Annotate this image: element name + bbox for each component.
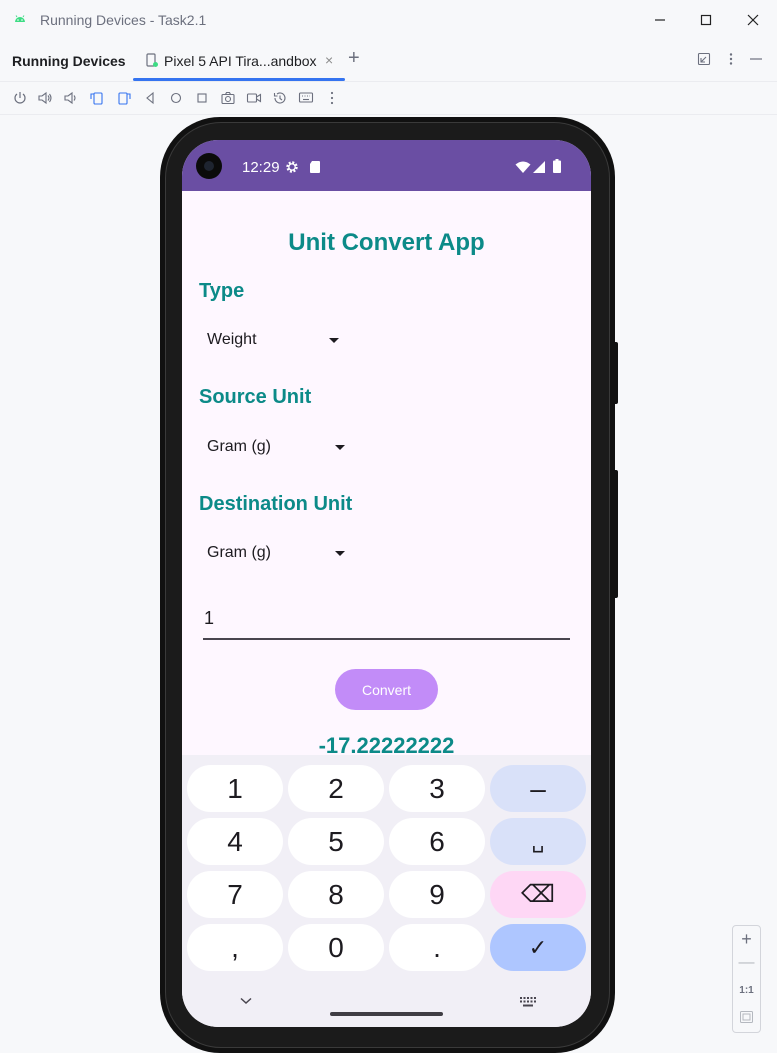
key-period[interactable]: . xyxy=(389,924,485,971)
destination-unit-value: Gram (g) xyxy=(207,544,271,561)
key-5[interactable]: 5 xyxy=(288,818,384,865)
key-0[interactable]: 0 xyxy=(288,924,384,971)
key-9[interactable]: 9 xyxy=(389,871,485,918)
status-clock: 12:29 xyxy=(242,159,280,176)
destination-unit-dropdown[interactable]: Gram (g) xyxy=(207,538,355,568)
add-tab-icon[interactable]: + xyxy=(348,47,360,70)
tab-close-icon[interactable]: × xyxy=(325,52,333,68)
dropdown-arrow-icon xyxy=(335,445,345,450)
phone-volume-button xyxy=(613,470,618,598)
zoom-in-button[interactable]: + xyxy=(733,929,760,950)
device-tab[interactable]: Pixel 5 API Tira...andbox × xyxy=(133,40,345,81)
numeric-keyboard: 1 2 3 – 4 5 6 ␣ 7 8 9 ⌫ , 0 . ✓ xyxy=(182,755,591,1027)
front-camera xyxy=(196,153,222,179)
maximize-icon xyxy=(700,14,712,26)
destination-unit-label: Destination Unit xyxy=(199,493,353,515)
wifi-icon xyxy=(515,161,531,173)
convert-button[interactable]: Convert xyxy=(335,669,438,710)
signal-icon xyxy=(533,161,545,173)
tool-window-header: Running Devices Pixel 5 API Tira...andbo… xyxy=(0,40,777,82)
screenshot-icon[interactable] xyxy=(220,90,236,106)
close-button[interactable] xyxy=(731,6,775,34)
keyboard-icon[interactable] xyxy=(298,90,314,106)
dropdown-arrow-icon xyxy=(335,551,345,556)
key-6[interactable]: 6 xyxy=(389,818,485,865)
volume-up-icon[interactable] xyxy=(37,90,53,106)
source-unit-label: Source Unit xyxy=(199,386,312,408)
phone-power-button xyxy=(613,342,618,404)
keyboard-switch-icon[interactable] xyxy=(520,997,536,1007)
rotate-right-icon[interactable] xyxy=(116,90,132,106)
dropdown-arrow-icon xyxy=(329,338,339,343)
key-2[interactable]: 2 xyxy=(288,765,384,812)
device-screen[interactable]: 12:29 Unit Convert App Type Weight Sourc… xyxy=(182,140,591,1027)
key-8[interactable]: 8 xyxy=(288,871,384,918)
rotate-left-icon[interactable] xyxy=(89,90,105,106)
window-titlebar: Running Devices - Task2.1 xyxy=(0,0,777,40)
key-4[interactable]: 4 xyxy=(187,818,283,865)
key-comma[interactable]: , xyxy=(187,924,283,971)
type-dropdown-value: Weight xyxy=(207,331,257,348)
type-dropdown[interactable]: Weight xyxy=(207,325,349,355)
tool-window-title: Running Devices xyxy=(12,53,126,69)
value-input[interactable]: 1 xyxy=(203,608,570,640)
status-bar: 12:29 xyxy=(182,140,591,191)
collapse-icon[interactable] xyxy=(697,52,711,66)
source-unit-value: Gram (g) xyxy=(207,438,271,455)
key-3[interactable]: 3 xyxy=(389,765,485,812)
type-label: Type xyxy=(199,280,245,302)
device-tab-label: Pixel 5 API Tira...andbox xyxy=(164,53,317,69)
more-icon[interactable] xyxy=(324,90,340,106)
key-1[interactable]: 1 xyxy=(187,765,283,812)
chevron-down-icon[interactable] xyxy=(240,997,252,1005)
emulator-toolbar xyxy=(0,82,777,115)
key-7[interactable]: 7 xyxy=(187,871,283,918)
zoom-controls: + — 1:1 xyxy=(732,925,761,1033)
android-studio-icon xyxy=(15,15,25,22)
fit-screen-icon[interactable] xyxy=(740,1011,753,1023)
device-icon xyxy=(146,53,158,67)
back-icon[interactable] xyxy=(143,90,159,106)
hide-icon[interactable] xyxy=(749,52,763,66)
overview-icon[interactable] xyxy=(194,90,210,106)
source-unit-dropdown[interactable]: Gram (g) xyxy=(207,432,355,462)
key-space[interactable]: ␣ xyxy=(490,818,586,865)
close-icon xyxy=(747,14,759,26)
gesture-home-bar[interactable] xyxy=(330,1012,443,1016)
battery-icon xyxy=(553,159,561,173)
more-vert-icon[interactable] xyxy=(724,52,738,66)
maximize-button[interactable] xyxy=(684,6,728,34)
volume-down-icon[interactable] xyxy=(62,90,78,106)
zoom-out-button[interactable]: — xyxy=(733,954,760,972)
screen-record-icon[interactable] xyxy=(246,90,262,106)
done-key[interactable]: ✓ xyxy=(490,924,586,971)
active-tab-indicator xyxy=(133,78,345,81)
sd-card-icon xyxy=(310,161,320,173)
backspace-key[interactable]: ⌫ xyxy=(490,871,586,918)
window-title: Running Devices - Task2.1 xyxy=(40,12,207,28)
home-icon[interactable] xyxy=(168,90,184,106)
app-title: Unit Convert App xyxy=(288,229,485,256)
settings-icon xyxy=(286,161,298,173)
reset-icon[interactable] xyxy=(272,90,288,106)
power-icon[interactable] xyxy=(12,90,28,106)
minimize-button[interactable] xyxy=(638,6,682,34)
key-minus[interactable]: – xyxy=(490,765,586,812)
actual-size-button[interactable]: 1:1 xyxy=(733,985,760,996)
minimize-icon xyxy=(655,19,665,21)
